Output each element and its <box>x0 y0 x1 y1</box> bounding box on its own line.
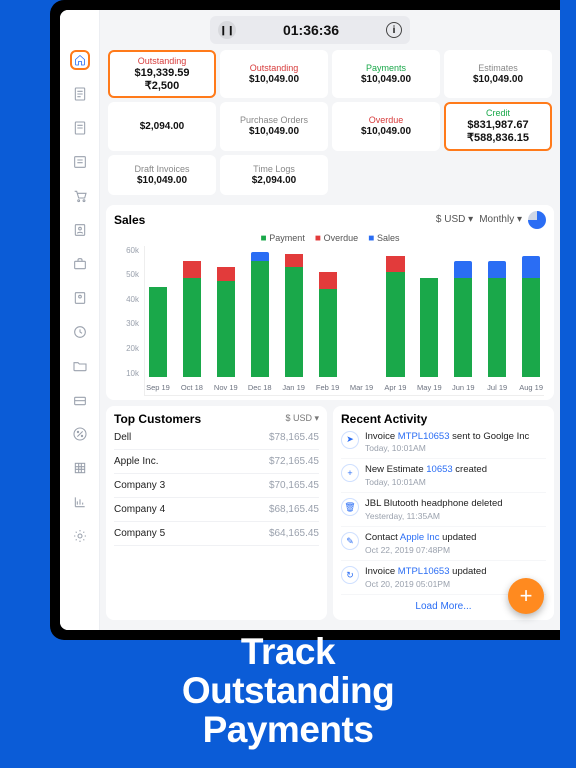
chart-column: Jun 19 <box>450 246 476 377</box>
gear-icon[interactable] <box>70 526 90 546</box>
document-icon[interactable] <box>70 84 90 104</box>
activity-row[interactable]: ✎Contact Apple Inc updatedOct 22, 2019 0… <box>341 527 546 561</box>
clock-icon[interactable] <box>70 322 90 342</box>
stat-card[interactable]: Purchase Orders$10,049.00 <box>220 102 328 150</box>
activity-row[interactable]: ➤Invoice MTPL10653 sent to Goolge IncTod… <box>341 426 546 460</box>
stat-card[interactable]: Credit$831,987.67₹588,836.15 <box>444 102 552 150</box>
customer-row[interactable]: Company 4$68,165.45 <box>114 498 319 522</box>
info-icon[interactable]: i <box>386 22 402 38</box>
chart-column: Apr 19 <box>382 246 408 377</box>
legend-sales: Sales <box>368 233 399 244</box>
customer-row[interactable]: Dell$78,165.45 <box>114 426 319 450</box>
activity-icon: ↻ <box>341 566 359 584</box>
chart-column: May 19 <box>416 246 442 377</box>
pause-icon[interactable]: ❙❙ <box>218 21 236 39</box>
customer-row[interactable]: Company 3$70,165.45 <box>114 474 319 498</box>
lower-row: Top Customers $ USD ▾ Dell$78,165.45Appl… <box>106 406 554 620</box>
grid-icon[interactable] <box>70 458 90 478</box>
chart-column: Aug 19 <box>518 246 544 377</box>
badge-icon[interactable] <box>70 288 90 308</box>
activity-icon: + <box>341 464 359 482</box>
stat-card[interactable]: Time Logs$2,094.00 <box>220 155 328 195</box>
activity-row[interactable]: 🗑JBL Blutooth headphone deletedYesterday… <box>341 493 546 527</box>
legend-overdue: Overdue <box>315 233 358 244</box>
chart-icon[interactable] <box>70 492 90 512</box>
stat-card[interactable]: Payments$10,049.00 <box>332 50 440 98</box>
main-content: Outstanding$19,339.59₹2,500Outstanding$1… <box>100 50 560 630</box>
add-fab[interactable]: + <box>508 578 544 614</box>
customer-row[interactable]: Apple Inc.$72,165.45 <box>114 450 319 474</box>
activity-icon: 🗑 <box>341 498 359 516</box>
sales-chart: 60k50k40k30k20k10k Sep 19Oct 18Nov 19Dec… <box>114 246 546 396</box>
chart-column: Nov 19 <box>213 246 239 377</box>
chart-column: Jan 19 <box>281 246 307 377</box>
sales-period-dropdown[interactable]: Monthly ▾ <box>479 214 522 225</box>
stats-grid: Outstanding$19,339.59₹2,500Outstanding$1… <box>106 50 554 201</box>
invoice-icon[interactable] <box>70 118 90 138</box>
stat-card[interactable]: Outstanding$10,049.00 <box>220 50 328 98</box>
top-customers-currency[interactable]: $ USD ▾ <box>285 413 319 424</box>
sales-panel: Sales $ USD ▾ Monthly ▾ Payment Overdue … <box>106 205 554 400</box>
customer-row[interactable]: Company 5$64,165.45 <box>114 522 319 546</box>
stat-card[interactable]: Draft Invoices$10,049.00 <box>108 155 216 195</box>
top-customers-panel: Top Customers $ USD ▾ Dell$78,165.45Appl… <box>106 406 327 620</box>
tablet-frame: ❙❙ 01:36:36 i Outstanding$19,339.59₹2,50… <box>50 0 560 640</box>
stat-card[interactable]: Overdue$10,049.00 <box>332 102 440 150</box>
stat-card[interactable]: Outstanding$19,339.59₹2,500 <box>108 50 216 98</box>
chart-column: Jul 19 <box>484 246 510 377</box>
timer-bar: ❙❙ 01:36:36 i <box>210 16 410 44</box>
legend-payment: Payment <box>260 233 304 244</box>
activity-icon: ➤ <box>341 431 359 449</box>
top-customers-title: Top Customers <box>114 412 201 426</box>
chart-legend: Payment Overdue Sales <box>114 233 546 244</box>
sales-title: Sales <box>114 213 145 227</box>
timer-value: 01:36:36 <box>283 22 339 38</box>
briefcase-icon[interactable] <box>70 254 90 274</box>
case-icon[interactable] <box>70 390 90 410</box>
activity-row[interactable]: +New Estimate 10653 createdToday, 10:01A… <box>341 459 546 493</box>
activity-icon: ✎ <box>341 532 359 550</box>
pie-icon[interactable] <box>528 211 546 229</box>
estimate-icon[interactable] <box>70 152 90 172</box>
marketing-tagline: Track Outstanding Payments <box>0 633 576 750</box>
chart-column: Feb 19 <box>315 246 341 377</box>
percent-icon[interactable] <box>70 424 90 444</box>
chart-column: Sep 19 <box>145 246 171 377</box>
stat-card[interactable]: $2,094.00 <box>108 102 216 150</box>
chart-column: Oct 18 <box>179 246 205 377</box>
sales-currency-dropdown[interactable]: $ USD ▾ <box>436 214 473 225</box>
contacts-icon[interactable] <box>70 220 90 240</box>
home-icon[interactable] <box>70 50 90 70</box>
recent-activity-title: Recent Activity <box>341 412 427 426</box>
cart-icon[interactable] <box>70 186 90 206</box>
stat-card[interactable]: Estimates$10,049.00 <box>444 50 552 98</box>
chart-column: Mar 19 <box>349 246 375 377</box>
sidebar <box>60 10 100 630</box>
app-screen: ❙❙ 01:36:36 i Outstanding$19,339.59₹2,50… <box>60 10 560 630</box>
chart-column: Dec 18 <box>247 246 273 377</box>
folder-icon[interactable] <box>70 356 90 376</box>
